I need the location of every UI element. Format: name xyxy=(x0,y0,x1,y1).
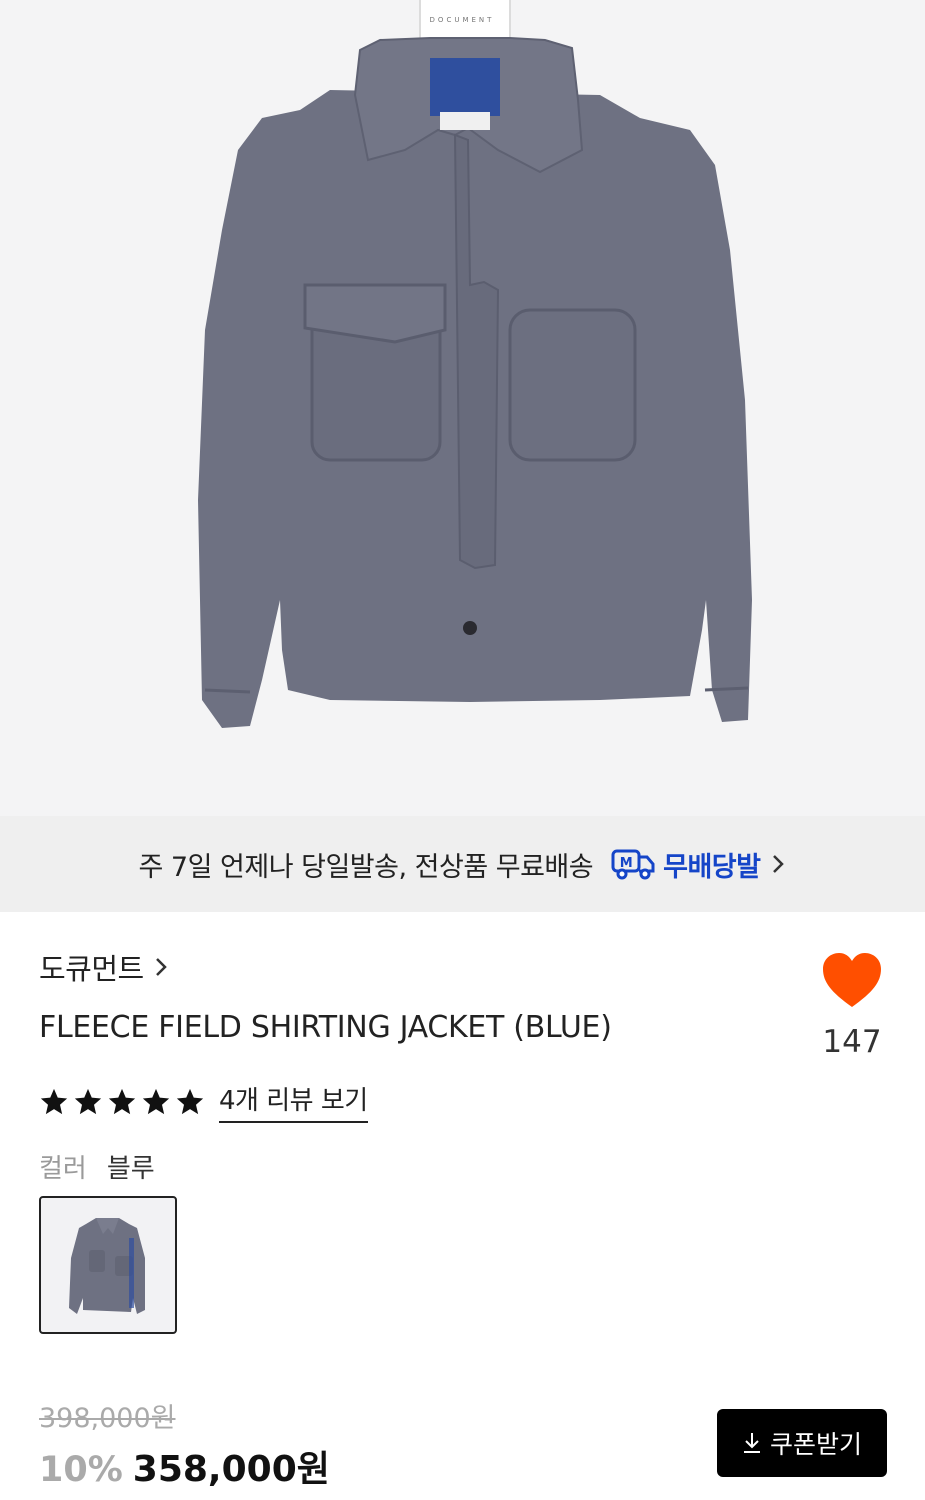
truck-icon-letter: M xyxy=(620,856,632,871)
truck-icon: M xyxy=(611,849,655,880)
banner-brand-label: 무배당발 xyxy=(663,851,761,883)
color-label: 컬러 xyxy=(39,1154,87,1184)
rating-stars xyxy=(39,1087,205,1117)
price-row: 10% 358,000원 xyxy=(39,1440,330,1492)
jacket-illustration: DOCUMENT xyxy=(198,0,752,728)
color-swatch-thumbnail[interactable] xyxy=(39,1196,177,1334)
jacket-thumbnail-icon xyxy=(69,1218,145,1314)
color-value: 블루 xyxy=(106,1154,155,1184)
star-icon xyxy=(108,1088,136,1114)
chevron-right-icon xyxy=(772,855,784,873)
color-row: 컬러 블루 xyxy=(39,1148,155,1185)
banner-brand-link[interactable]: M 무배당발 xyxy=(611,845,786,884)
download-icon xyxy=(743,1433,760,1453)
star-icon xyxy=(142,1088,170,1114)
sale-price: 358,000원 xyxy=(132,1449,330,1490)
like-button[interactable]: 147 xyxy=(812,952,892,1060)
coupon-button[interactable]: 쿠폰받기 xyxy=(717,1409,887,1477)
heart-icon xyxy=(823,953,881,1007)
chevron-right-icon xyxy=(155,958,167,976)
coupon-button-label: 쿠폰받기 xyxy=(769,1430,862,1459)
banner-text: 주 7일 언제나 당일발송, 전상품 무료배송 xyxy=(138,851,594,883)
brand-link[interactable]: 도큐먼트 xyxy=(39,946,170,988)
brand-name: 도큐먼트 xyxy=(39,952,144,986)
review-link[interactable]: 4개 리뷰 보기 xyxy=(219,1080,368,1123)
like-count: 147 xyxy=(822,1024,882,1060)
star-icon xyxy=(74,1088,102,1114)
product-title: FLEECE FIELD SHIRTING JACKET (BLUE) xyxy=(39,1010,612,1045)
star-icon xyxy=(176,1088,204,1114)
discount-rate: 10% xyxy=(39,1450,123,1490)
rating-row: 4개 리뷰 보기 xyxy=(39,1080,368,1123)
hanger-label: DOCUMENT xyxy=(430,16,495,24)
star-icon xyxy=(40,1088,68,1114)
original-price: 398,000원 xyxy=(39,1403,176,1434)
shipping-banner[interactable]: 주 7일 언제나 당일발송, 전상품 무료배송 M 무배당발 xyxy=(0,816,925,912)
product-image[interactable]: DOCUMENT xyxy=(0,0,925,816)
